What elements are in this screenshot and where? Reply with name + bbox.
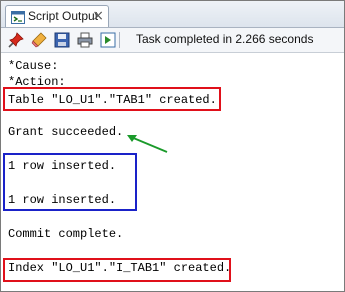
status-text: Task completed in 2.266 seconds	[136, 32, 314, 46]
eraser-icon	[31, 32, 47, 48]
print-button[interactable]	[76, 31, 94, 49]
pin-icon	[8, 32, 24, 48]
annotation-arrow	[127, 135, 168, 153]
tab-label: Script Output	[28, 9, 99, 23]
print-icon	[77, 32, 93, 48]
highlight-box-index	[3, 258, 231, 282]
output-line-cause: *Cause:	[8, 59, 59, 73]
clear-button[interactable]	[30, 31, 48, 49]
highlight-box-inserts	[3, 153, 137, 211]
script-output-icon	[11, 11, 25, 24]
toolbar-separator	[119, 32, 120, 48]
output-line-grant: Grant succeeded.	[8, 125, 124, 139]
highlight-box-table	[3, 87, 221, 111]
tab-strip: Script Output ×	[1, 1, 344, 28]
close-icon[interactable]: ×	[92, 7, 104, 25]
script-output-panel: Script Output × Task completed in 2.266 …	[0, 0, 345, 292]
save-icon	[54, 32, 70, 48]
toolbar: Task completed in 2.266 seconds	[1, 28, 344, 53]
pin-button[interactable]	[7, 31, 25, 49]
run-script-icon	[100, 32, 116, 48]
output-line-commit: Commit complete.	[8, 227, 124, 241]
run-script-button[interactable]	[99, 31, 117, 49]
save-button[interactable]	[53, 31, 71, 49]
tab-script-output[interactable]: Script Output ×	[5, 5, 109, 27]
output-area[interactable]: *Cause: *Action: Table "LO_U1"."TAB1" cr…	[1, 53, 344, 291]
